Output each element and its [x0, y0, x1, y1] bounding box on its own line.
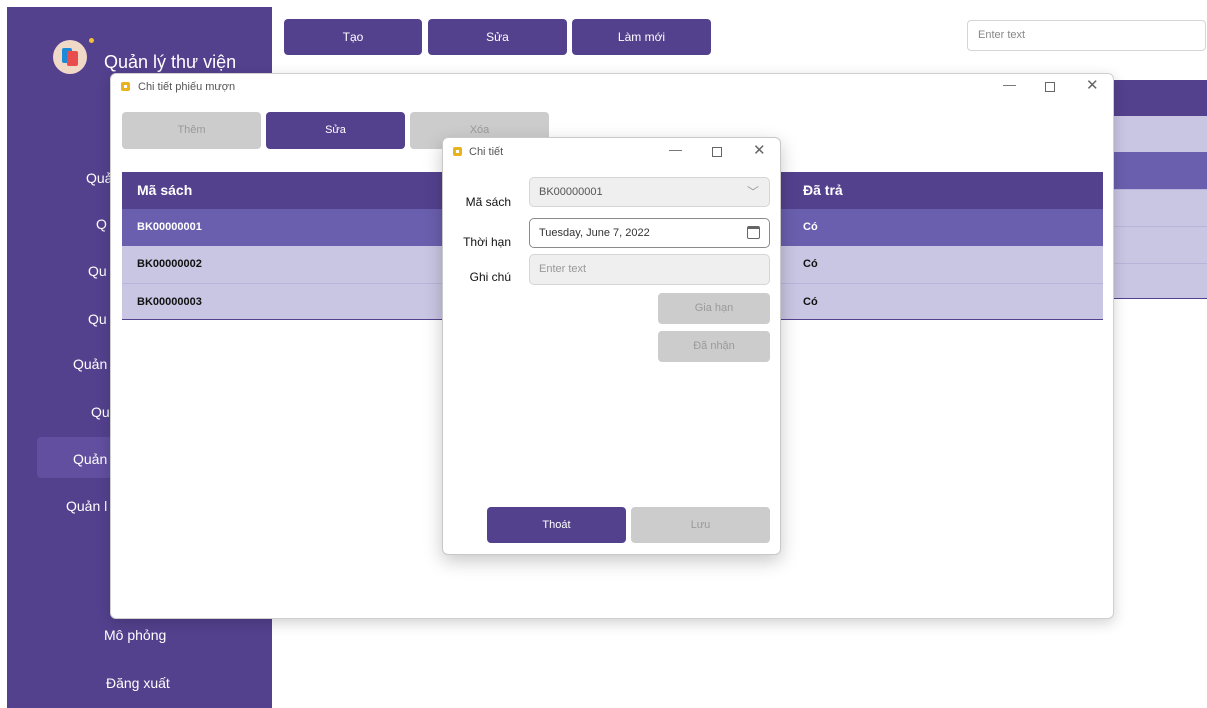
app-title: Quản lý thư viện — [104, 52, 237, 72]
cell-returned: Có — [803, 258, 818, 270]
cell-returned: Có — [803, 221, 818, 233]
cell-book-id: BK00000002 — [137, 258, 202, 270]
background-table-row[interactable] — [1113, 226, 1207, 263]
background-table-row[interactable] — [1113, 189, 1207, 226]
received-button[interactable]: Đã nhận — [658, 331, 770, 362]
sidebar-item-2[interactable]: Q — [96, 216, 107, 232]
minimize-icon[interactable]: — — [1003, 77, 1016, 92]
add-button[interactable]: Thêm — [122, 112, 261, 149]
maximize-icon[interactable] — [712, 147, 722, 157]
column-header-returned: Đã trả — [803, 182, 843, 198]
background-table-row[interactable] — [1113, 152, 1207, 189]
edit-button[interactable]: Sửa — [428, 19, 567, 55]
maximize-icon[interactable] — [1045, 82, 1055, 92]
window-title: Chi tiết phiếu mượn — [138, 81, 236, 93]
sidebar-item-logout[interactable]: Đăng xuất — [106, 675, 170, 691]
sidebar-item-3[interactable]: Qu — [88, 263, 107, 279]
background-table-row[interactable] — [1113, 116, 1207, 152]
calendar-icon[interactable] — [747, 226, 760, 239]
edit-button[interactable]: Sửa — [266, 112, 405, 149]
note-input[interactable]: Enter text — [529, 254, 770, 285]
book-id-select[interactable]: BK00000001 ﹀ — [529, 177, 770, 207]
minimize-icon[interactable]: — — [669, 142, 682, 157]
book-id-value: BK00000001 — [539, 186, 603, 198]
dialog-title: Chi tiết — [469, 146, 504, 158]
exit-button[interactable]: Thoát — [487, 507, 626, 543]
due-date-label: Thời hạn — [463, 235, 511, 249]
extend-button[interactable]: Gia hạn — [658, 293, 770, 324]
sidebar-item-1[interactable]: Quả — [86, 170, 112, 186]
sidebar-item-4[interactable]: Qu — [88, 311, 107, 327]
column-header-book-id: Mã sách — [137, 182, 193, 198]
close-icon[interactable]: ✕ — [1086, 76, 1099, 94]
save-button[interactable]: Lưu — [631, 507, 770, 543]
sidebar-item-7[interactable]: Quản — [73, 451, 107, 467]
search-input[interactable]: Enter text — [967, 20, 1206, 51]
cell-book-id: BK00000001 — [137, 221, 202, 233]
app-window-icon — [121, 82, 130, 91]
refresh-button[interactable]: Làm mới — [572, 19, 711, 55]
library-logo-icon — [53, 38, 94, 74]
detail-dialog: Chi tiết — ✕ Mã sách BK00000001 ﹀ Thời h… — [442, 137, 781, 555]
sidebar-item-6[interactable]: Qu — [91, 404, 110, 420]
app-window-icon — [453, 147, 462, 156]
note-label: Ghi chú — [469, 270, 511, 284]
create-button[interactable]: Tạo — [284, 19, 422, 55]
due-date-value: Tuesday, June 7, 2022 — [539, 227, 650, 239]
background-table-header — [1113, 80, 1207, 116]
background-table-row[interactable] — [1113, 263, 1207, 299]
sidebar-item-5[interactable]: Quản — [73, 356, 107, 372]
sidebar-item-8[interactable]: Quản l — [66, 498, 107, 514]
close-icon[interactable]: ✕ — [753, 141, 766, 159]
cell-book-id: BK00000003 — [137, 296, 202, 308]
sidebar-item-simulation[interactable]: Mô phỏng — [104, 627, 166, 643]
cell-returned: Có — [803, 296, 818, 308]
book-id-label: Mã sách — [465, 195, 511, 209]
due-date-picker[interactable]: Tuesday, June 7, 2022 — [529, 218, 770, 248]
chevron-down-icon: ﹀ — [746, 185, 759, 199]
